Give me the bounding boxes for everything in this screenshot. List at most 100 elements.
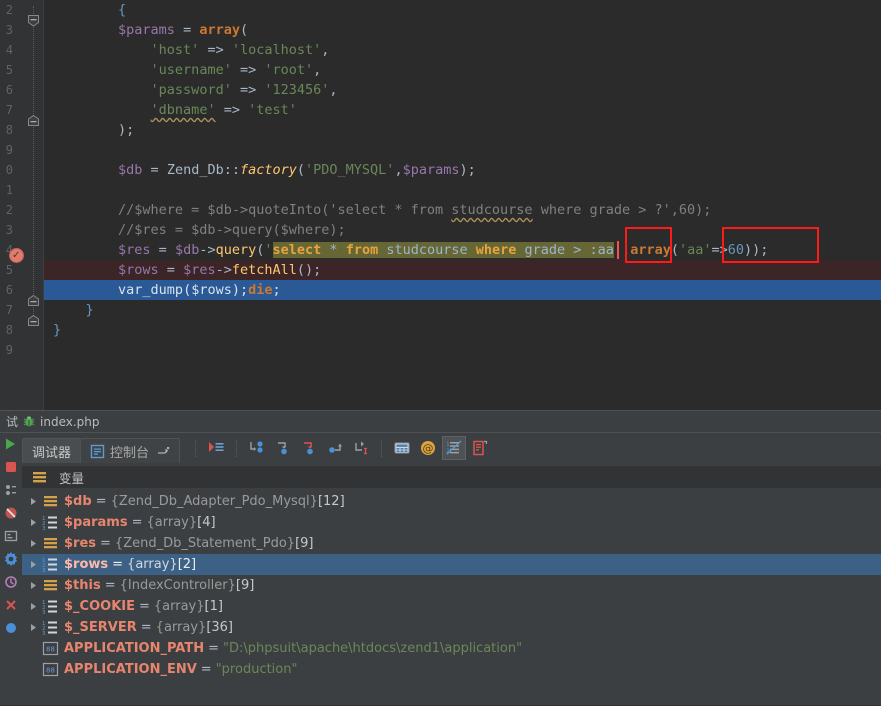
code-token: , — [329, 82, 338, 98]
code-token: :: — [223, 162, 240, 178]
fold-marker-expand-icon-2[interactable] — [27, 294, 40, 307]
variable-row[interactable]: 88 APPLICATION_ENV = "production" — [22, 659, 881, 680]
expand-chevron-icon[interactable] — [24, 575, 42, 596]
fold-marker-expand-icon[interactable] — [27, 114, 40, 127]
debug-toolbar[interactable]: 调试器 控制台 @ 1 2 — [22, 433, 881, 463]
tab-console[interactable]: 控制台 — [80, 438, 181, 463]
debug-panel-tabs[interactable]: 调试器 控制台 — [22, 433, 181, 463]
code-line[interactable]: } — [44, 300, 881, 320]
code-line[interactable] — [44, 340, 881, 360]
code-line[interactable]: $db = Zend_Db::factory('PDO_MYSQL',$para… — [44, 160, 881, 180]
debug-left-action-strip[interactable] — [0, 433, 22, 706]
view-breakpoints-icon[interactable] — [3, 482, 19, 498]
code-line[interactable]: $rows = $res->fetchAll(); — [44, 260, 881, 280]
fold-marker-expand-icon-3[interactable] — [27, 314, 40, 327]
expand-chevron-icon[interactable] — [24, 533, 42, 554]
code-token: 'root' — [264, 62, 314, 78]
svg-text:3: 3 — [42, 568, 46, 573]
close-icon[interactable] — [3, 597, 19, 613]
array-icon: 1 2 3 — [42, 514, 59, 532]
variables-list[interactable]: $db = {Zend_Db_Adapter_Pdo_Mysql} [12] 1 2… — [22, 488, 881, 706]
expand-chevron-icon[interactable] — [24, 512, 42, 533]
breakpoint-verified-icon[interactable]: ✓ — [9, 248, 24, 263]
debug-tool-window: 试 index.php 调试器 控制台 @ 1 2 变量 $db = {Zend… — [0, 410, 881, 706]
help-icon[interactable] — [3, 620, 19, 636]
evaluate-expression-button[interactable] — [390, 436, 414, 460]
svg-text:3: 3 — [42, 631, 46, 636]
variable-count: [2] — [177, 557, 197, 572]
variable-row[interactable]: 1 2 3 $_SERVER = {array} [36] — [22, 617, 881, 638]
resume-program-icon[interactable] — [3, 436, 19, 452]
tab-console-label: 控制台 — [110, 445, 150, 461]
run-to-cursor-button[interactable] — [204, 436, 228, 460]
step-out-button[interactable] — [349, 436, 373, 460]
code-line[interactable] — [44, 140, 881, 160]
code-token: (); — [296, 262, 322, 278]
step-over-button[interactable] — [271, 436, 295, 460]
code-line[interactable]: var_dump($rows);die; — [44, 280, 881, 300]
code-line[interactable] — [44, 180, 881, 200]
expand-chevron-icon[interactable] — [24, 617, 42, 638]
mute-breakpoints-icon[interactable] — [3, 505, 19, 521]
pin-tab-icon[interactable] — [156, 444, 170, 458]
variable-row[interactable]: 1 2 3 $params = {array} [4] — [22, 512, 881, 533]
code-line[interactable]: 'username' => 'root', — [44, 60, 881, 80]
variable-type: {IndexController} — [119, 578, 236, 593]
variable-row[interactable]: $this = {IndexController} [9] — [22, 575, 881, 596]
code-line[interactable]: } — [44, 320, 881, 340]
inline-values-button[interactable]: 1 2 — [442, 436, 467, 460]
code-line[interactable]: //$where = $db->quoteInto('select * from… — [44, 200, 881, 220]
variable-row[interactable]: 1 2 3 $_COOKIE = {array} [1] — [22, 596, 881, 617]
code-line[interactable]: 'host' => 'localhost', — [44, 40, 881, 60]
code-editor[interactable]: 234567890123456789 ✓ {$params = array(… — [0, 0, 881, 410]
debug-session-tabstrip[interactable]: 试 index.php — [0, 411, 881, 432]
expand-chevron-icon[interactable] — [24, 554, 42, 575]
object-icon — [42, 577, 59, 594]
variable-count: [36] — [206, 620, 233, 635]
line-number: 8 — [5, 123, 13, 137]
variable-name: $this — [64, 578, 101, 593]
fold-marker-collapse-icon[interactable] — [27, 14, 40, 27]
line-number: 9 — [5, 343, 13, 357]
code-line[interactable]: 'password' => '123456', — [44, 80, 881, 100]
variable-row[interactable]: 88 APPLICATION_PATH = "D:\phpsuit\apache\ht… — [22, 638, 881, 659]
code-folding-column[interactable] — [26, 0, 42, 410]
code-token: , — [313, 62, 322, 78]
settings-icon[interactable] — [3, 551, 19, 567]
variable-type: {Zend_Db_Statement_Pdo} — [114, 536, 296, 551]
watches-button[interactable]: @ — [416, 436, 440, 460]
variable-row[interactable]: 1 2 3 $rows = {array} [2] — [22, 554, 881, 575]
layout-settings-icon[interactable] — [3, 528, 19, 544]
expand-chevron-icon[interactable] — [24, 491, 42, 512]
variable-type: {array} — [155, 620, 207, 635]
variable-count: [4] — [197, 515, 216, 530]
restore-layout-icon[interactable] — [3, 574, 19, 590]
line-number: 3 — [5, 23, 13, 37]
variable-row[interactable]: $res = {Zend_Db_Statement_Pdo} [9] — [22, 533, 881, 554]
step-into-button[interactable] — [297, 436, 321, 460]
variable-row[interactable]: $db = {Zend_Db_Adapter_Pdo_Mysql} [12] — [22, 491, 881, 512]
code-text-area[interactable]: { $params = array( 'host' => 'localhost'… — [44, 0, 881, 410]
variable-name: APPLICATION_ENV — [64, 662, 197, 677]
force-step-into-button[interactable] — [323, 436, 347, 460]
code-line[interactable]: //$res = $db->query($where); — [44, 220, 881, 240]
show-execution-point-button[interactable] — [245, 436, 269, 460]
variable-name: $rows — [64, 557, 109, 572]
code-line[interactable]: { — [44, 0, 881, 20]
expand-chevron-icon[interactable] — [24, 596, 42, 617]
code-token: -> — [199, 242, 216, 258]
breakpoint-check-glyph: ✓ — [12, 250, 21, 261]
code-token: 'host' — [150, 42, 200, 58]
stop-icon[interactable] — [3, 459, 19, 475]
copy-stack-button[interactable] — [468, 436, 492, 460]
debug-session-tab[interactable]: 试 index.php — [0, 411, 106, 432]
code-line[interactable]: 'dbname' => 'test' — [44, 100, 881, 120]
tab-debugger[interactable]: 调试器 — [22, 438, 82, 463]
code-line[interactable]: $params = array( — [44, 20, 881, 40]
code-line[interactable]: $res = $db->query ('select * from studcou… — [44, 240, 881, 260]
code-line[interactable]: ); — [44, 120, 881, 140]
